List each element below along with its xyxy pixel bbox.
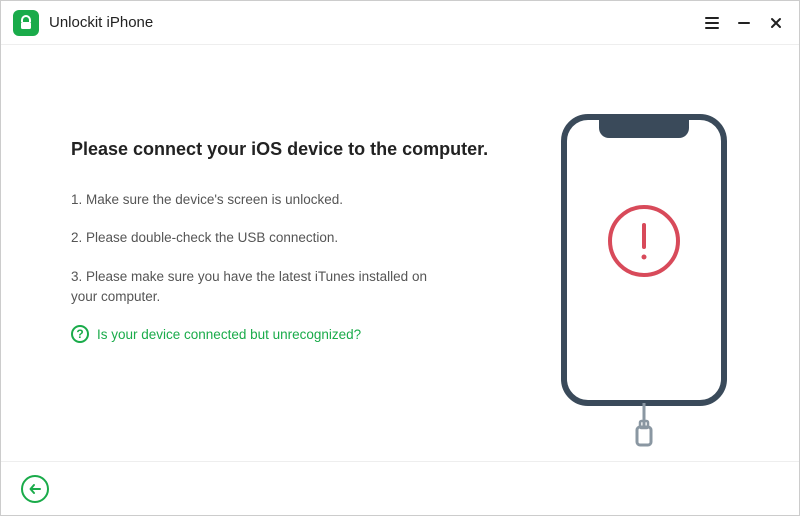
app-logo-icon [13, 10, 39, 36]
title-bar: Unlockit iPhone [1, 1, 799, 45]
step-item: 3. Please make sure you have the latest … [71, 267, 451, 308]
back-arrow-icon [28, 482, 42, 496]
help-link-row[interactable]: ? Is your device connected but unrecogni… [71, 325, 519, 343]
close-button[interactable] [765, 12, 787, 34]
device-illustration [539, 75, 749, 461]
question-icon: ? [71, 325, 89, 343]
step-item: 2. Please double-check the USB connectio… [71, 228, 451, 248]
app-title: Unlockit iPhone [49, 14, 153, 31]
hamburger-icon [704, 15, 720, 31]
app-window: Unlockit iPhone Please connect your iOS … [0, 0, 800, 516]
minimize-icon [737, 16, 751, 30]
footer-bar [1, 461, 799, 515]
step-list: 1. Make sure the device's screen is unlo… [71, 190, 519, 307]
close-icon [769, 16, 783, 30]
page-heading: Please connect your iOS device to the co… [71, 139, 519, 160]
back-button[interactable] [21, 475, 49, 503]
menu-button[interactable] [701, 12, 723, 34]
instruction-panel: Please connect your iOS device to the co… [71, 75, 539, 461]
step-item: 1. Make sure the device's screen is unlo… [71, 190, 451, 210]
phone-illustration-icon [549, 111, 739, 451]
main-content: Please connect your iOS device to the co… [1, 45, 799, 461]
minimize-button[interactable] [733, 12, 755, 34]
help-link[interactable]: Is your device connected but unrecognize… [97, 327, 361, 342]
